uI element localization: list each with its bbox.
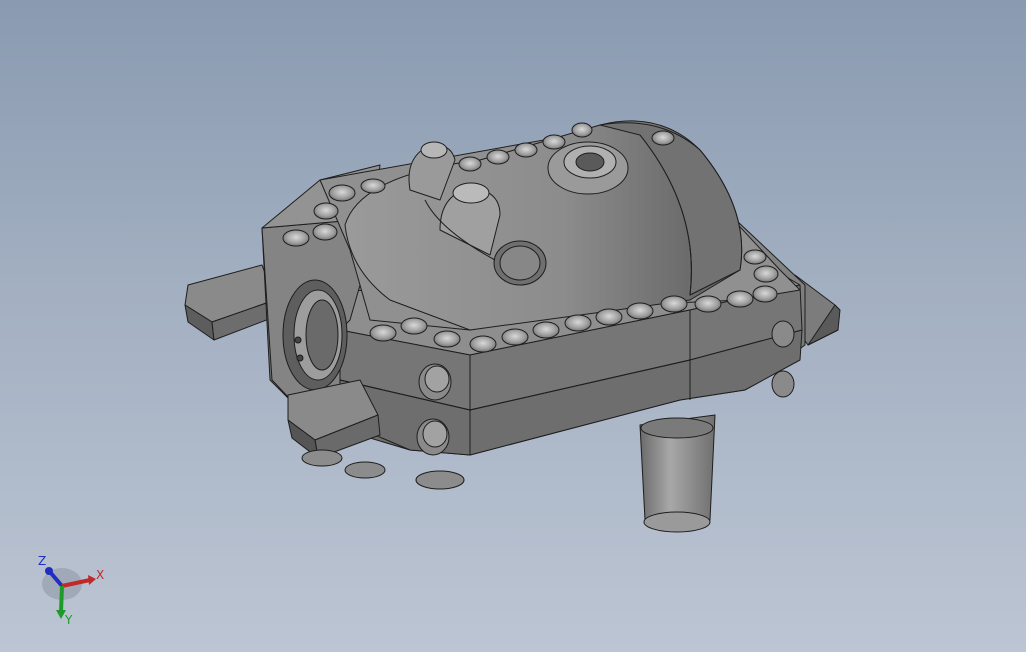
graphics-viewport[interactable]: Z X Y: [0, 0, 1026, 652]
z-axis-label: Z: [38, 554, 46, 568]
y-axis-label: Y: [64, 613, 73, 627]
gearbox-housing-model[interactable]: [0, 0, 1026, 652]
orientation-triad[interactable]: Z X Y: [30, 548, 112, 630]
x-axis-label: X: [96, 568, 104, 582]
